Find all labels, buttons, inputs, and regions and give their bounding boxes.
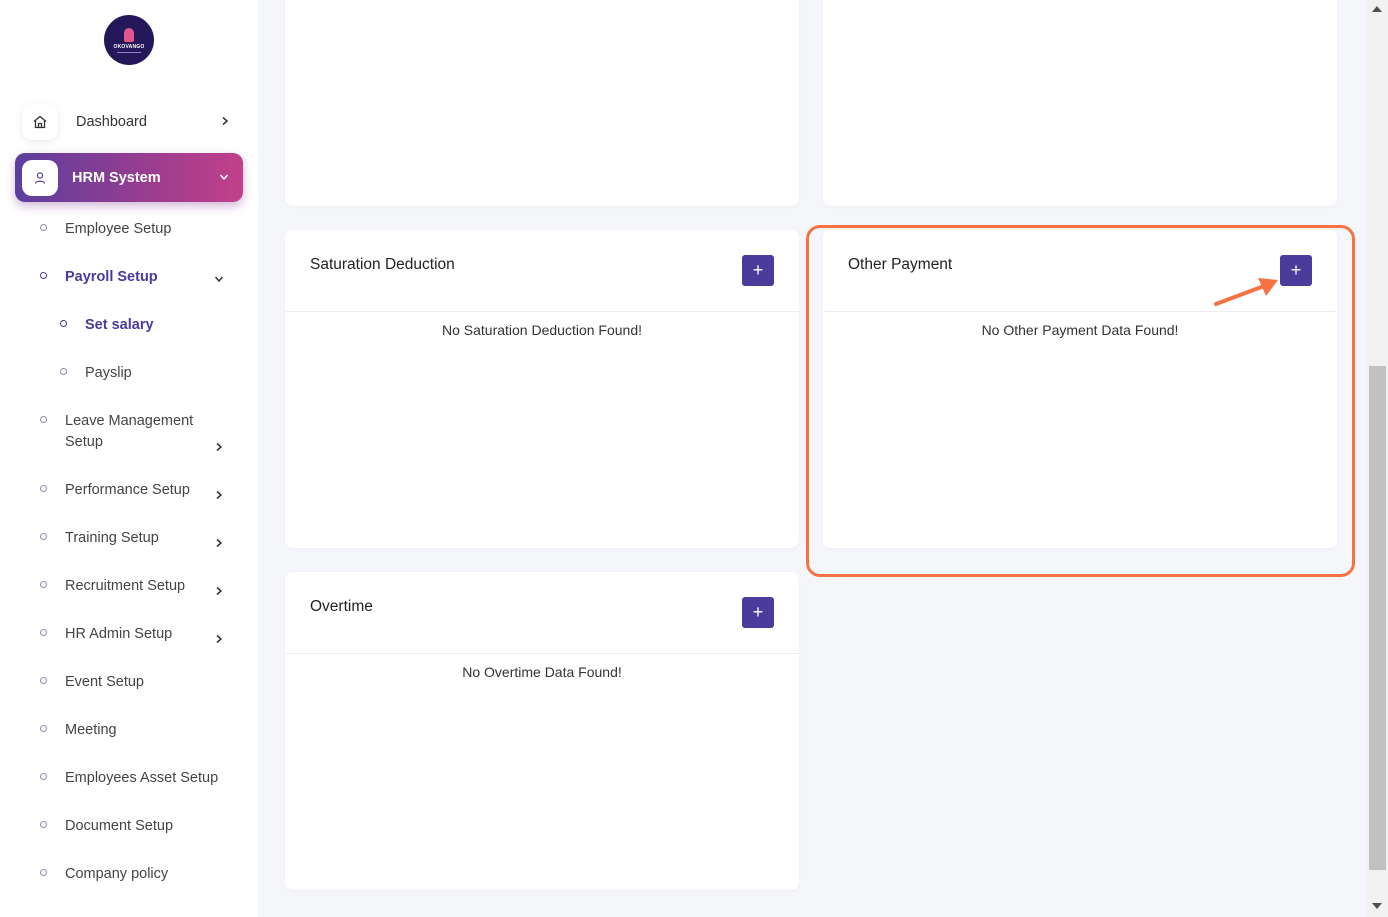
bullet-icon [40,629,47,636]
logo-text: OKOVANGO [113,43,145,50]
bullet-icon [40,725,47,732]
sidebar-item-hrm-system[interactable]: HRM System [15,153,243,202]
chevron-right-icon [214,632,224,648]
chevron-right-icon [214,440,224,456]
saturation-deduction-card: Saturation Deduction + No Saturation Ded… [285,230,799,548]
card-title: Overtime [310,598,373,615]
chevron-down-icon [219,169,229,187]
bullet-icon [40,533,47,540]
sidebar-item-hr-admin-setup[interactable]: HR Admin Setup [40,624,240,645]
scrollbar-thumb[interactable] [1369,366,1386,870]
bullet-icon [40,821,47,828]
user-icon [22,159,58,196]
page-scrollbar[interactable] [1367,0,1388,917]
bullet-icon [40,773,47,780]
sidebar-item-label: Dashboard [76,114,147,130]
sidebar-item-employee-setup[interactable]: Employee Setup [40,219,240,240]
sidebar-item-event-setup[interactable]: Event Setup [40,672,240,693]
sidebar-item-set-salary[interactable]: Set salary [60,315,240,336]
chevron-right-icon [214,584,224,600]
scroll-up-icon[interactable] [1372,6,1382,12]
sidebar-item-leave-management-setup[interactable]: Leave Management Setup [40,411,240,453]
empty-message: No Overtime Data Found! [462,664,622,680]
sidebar-item-payroll-setup[interactable]: Payroll Setup [40,267,240,288]
sidebar-item-dashboard[interactable]: Dashboard [22,103,242,141]
sidebar-item-company-policy[interactable]: Company policy [40,864,240,885]
arrow-icon [1214,278,1278,306]
bullet-icon [40,485,47,492]
card-top-right [823,0,1337,206]
scroll-down-icon[interactable] [1372,903,1382,909]
card-title: Saturation Deduction [310,256,455,273]
sidebar-item-recruitment-setup[interactable]: Recruitment Setup [40,576,240,597]
sidebar-item-payslip[interactable]: Payslip [60,363,240,384]
empty-message: No Saturation Deduction Found! [441,322,642,338]
bullet-icon [40,869,47,876]
chevron-down-icon [214,272,224,288]
sidebar-item-meeting[interactable]: Meeting [40,720,240,741]
sidebar-item-employees-asset-setup[interactable]: Employees Asset Setup [40,768,240,789]
overtime-card: Overtime + No Overtime Data Found! [285,572,799,890]
bullet-icon [40,224,47,231]
mascot-icon [124,27,134,42]
bullet-icon [40,581,47,588]
chevron-right-icon [214,488,224,504]
add-saturation-deduction-button[interactable]: + [742,255,774,286]
bullet-icon [40,677,47,684]
sidebar-item-training-setup[interactable]: Training Setup [40,528,240,549]
sidebar-item-label: HRM System [72,169,161,186]
add-overtime-button[interactable]: + [742,597,774,628]
bullet-icon [60,320,67,327]
card-top-left [285,0,799,206]
home-icon [22,104,58,140]
sidebar-item-performance-setup[interactable]: Performance Setup [40,480,240,501]
sidebar: OKOVANGO Dashboard HRM System Employee S… [0,0,258,917]
bullet-icon [60,368,67,375]
bullet-icon [40,416,47,423]
company-logo[interactable]: OKOVANGO [104,15,154,65]
chevron-right-icon [220,113,230,131]
chevron-right-icon [214,536,224,552]
bullet-icon [40,272,47,279]
logo-underline [117,51,141,53]
sidebar-item-document-setup[interactable]: Document Setup [40,816,240,837]
